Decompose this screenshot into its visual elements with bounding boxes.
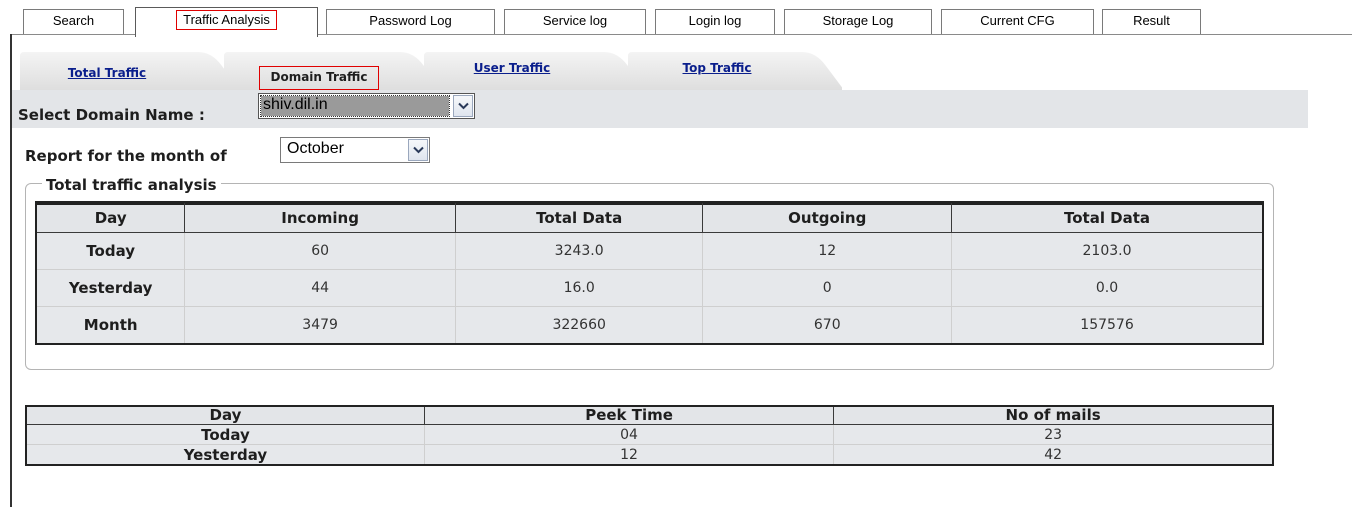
column-header: Day: [35, 201, 186, 233]
column-header: Incoming: [184, 201, 456, 233]
month-select-value: October: [287, 140, 344, 157]
tab-label: Current CFG: [980, 13, 1055, 28]
traffic-legend: Total traffic analysis: [42, 176, 221, 194]
table-cell: 12: [423, 444, 835, 466]
column-header: Day: [25, 405, 425, 425]
tab-storage-log[interactable]: Storage Log: [784, 9, 932, 35]
domain-select-strip: Select Domain Name : shiv.dil.in: [12, 90, 1308, 128]
table-cell: 42: [833, 444, 1274, 466]
table-header-row: Day Peek Time No of mails: [25, 405, 1274, 425]
table-cell: 04: [423, 424, 835, 445]
tab-traffic-analysis[interactable]: Traffic Analysis: [135, 7, 318, 37]
domain-select-value: shiv.dil.in: [260, 95, 450, 117]
table-row: Yesterday 44 16.0 0 0.0: [35, 269, 1264, 307]
table-cell: 3479: [184, 306, 456, 345]
domain-select-label: Select Domain Name :: [18, 106, 205, 124]
tab-current-cfg[interactable]: Current CFG: [941, 9, 1094, 35]
table-cell: Yesterday: [25, 444, 425, 466]
column-header: Total Data: [951, 201, 1264, 233]
month-select-label: Report for the month of: [25, 147, 227, 165]
table-cell: 12: [702, 232, 953, 270]
table-row: Today 04 23: [25, 424, 1274, 445]
tab-label: Search: [52, 13, 95, 28]
sub-tab-top-traffic[interactable]: Top Traffic: [652, 56, 782, 90]
table-cell: 2103.0: [951, 232, 1264, 270]
table-cell: Today: [25, 424, 425, 445]
month-select[interactable]: October: [280, 137, 430, 163]
sub-tab-label: Top Traffic: [682, 61, 752, 75]
table-cell: 0.0: [951, 269, 1264, 307]
chevron-down-icon[interactable]: [453, 95, 473, 117]
sub-tab-bar: Total Traffic Domain Traffic User Traffi…: [12, 36, 1308, 90]
table-row: Month 3479 322660 670 157576: [35, 306, 1264, 345]
column-header: Peek Time: [423, 405, 835, 425]
table-cell: 0: [702, 269, 953, 307]
tab-label: Service log: [542, 13, 608, 28]
sub-tab-domain-traffic[interactable]: Domain Traffic: [244, 56, 394, 90]
sub-tab-label: Domain Traffic: [259, 66, 379, 90]
domain-select[interactable]: shiv.dil.in: [258, 93, 475, 119]
table-cell: 670: [702, 306, 953, 345]
table-cell: Month: [35, 306, 186, 345]
table-cell: Yesterday: [35, 269, 186, 307]
tab-service-log[interactable]: Service log: [504, 9, 646, 35]
chevron-down-icon[interactable]: [408, 139, 428, 161]
tab-label: Storage Log: [822, 13, 894, 28]
sub-tab-label: Total Traffic: [67, 66, 147, 80]
table-row: Today 60 3243.0 12 2103.0: [35, 232, 1264, 270]
tab-search[interactable]: Search: [23, 9, 124, 35]
peak-time-table: Day Peek Time No of mails Today 04 23 Ye…: [25, 405, 1274, 466]
table-cell: Today: [35, 232, 186, 270]
sub-tab-user-traffic[interactable]: User Traffic: [447, 56, 577, 90]
column-header: Total Data: [454, 201, 704, 233]
table-cell: 16.0: [454, 269, 704, 307]
table-cell: 23: [833, 424, 1274, 445]
sub-tab-label: User Traffic: [473, 61, 551, 75]
table-cell: 44: [184, 269, 456, 307]
table-row: Yesterday 12 42: [25, 444, 1274, 466]
column-header: No of mails: [833, 405, 1274, 425]
sub-tab-total-traffic[interactable]: Total Traffic: [42, 56, 172, 90]
tab-label: Result: [1133, 13, 1170, 28]
table-cell: 157576: [951, 306, 1264, 345]
tab-result[interactable]: Result: [1102, 9, 1201, 35]
tab-label: Password Log: [369, 13, 452, 28]
traffic-table: Day Incoming Total Data Outgoing Total D…: [35, 201, 1264, 345]
tab-label: Traffic Analysis: [176, 10, 277, 30]
tab-label: Login log: [688, 13, 742, 28]
column-header: Outgoing: [702, 201, 953, 233]
tab-login-log[interactable]: Login log: [655, 9, 775, 35]
table-cell: 60: [184, 232, 456, 270]
tab-password-log[interactable]: Password Log: [326, 9, 495, 35]
table-cell: 322660: [454, 306, 704, 345]
table-header-row: Day Incoming Total Data Outgoing Total D…: [35, 201, 1264, 233]
table-cell: 3243.0: [454, 232, 704, 270]
main-tab-bar: Search Traffic Analysis Password Log Ser…: [0, 0, 1352, 37]
